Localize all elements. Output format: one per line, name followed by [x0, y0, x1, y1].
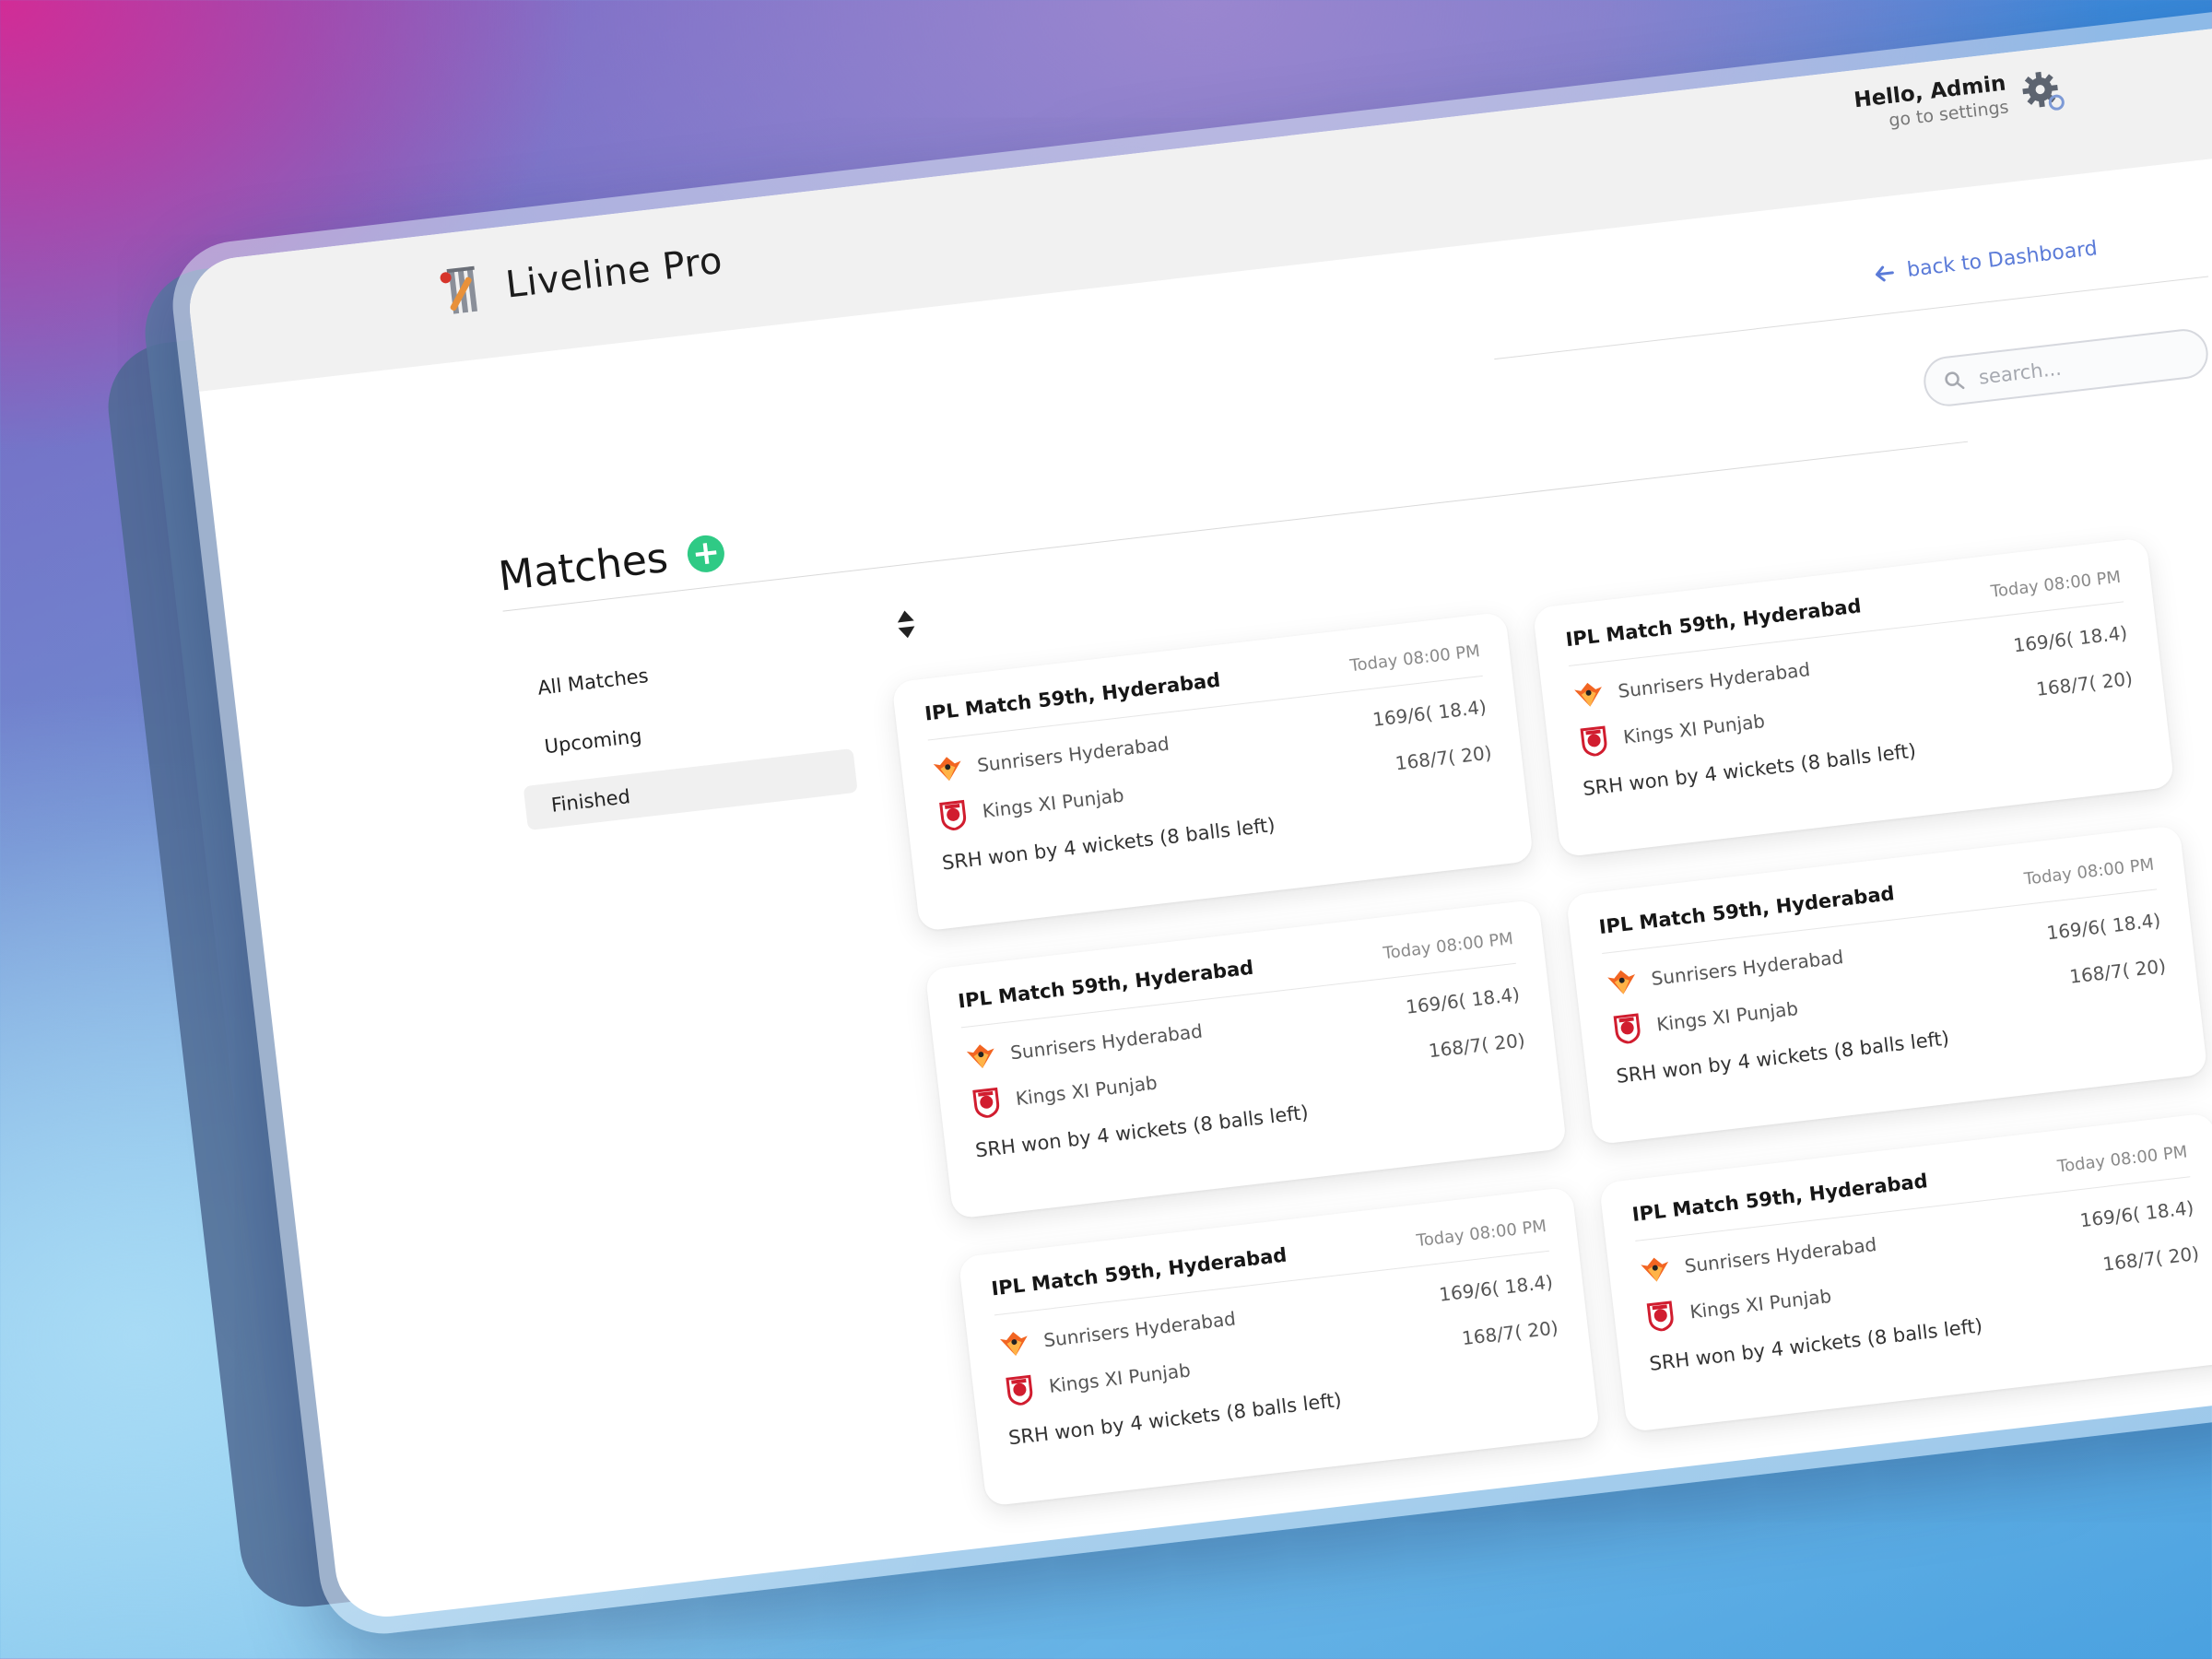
match-card[interactable]: IPL Match 59th, Hyderabad Today 08:00 PM…: [958, 1186, 1601, 1507]
brand[interactable]: Liveline Pro: [435, 235, 724, 319]
match-card[interactable]: IPL Match 59th, Hyderabad Today 08:00 PM…: [924, 899, 1568, 1219]
match-title: IPL Match 59th, Hyderabad: [1630, 1170, 1929, 1227]
match-title: IPL Match 59th, Hyderabad: [924, 668, 1222, 725]
match-title: IPL Match 59th, Hyderabad: [1564, 594, 1863, 652]
kxip-logo-icon: [1006, 1374, 1033, 1406]
app-screen: Liveline Pro Hello, Admin go to settings: [183, 0, 2212, 1622]
kxip-logo-icon: [1613, 1013, 1641, 1044]
page-title-row: Matches +: [496, 528, 727, 601]
srh-logo-icon: [1641, 1257, 1669, 1282]
match-time: Today 08:00 PM: [2056, 1142, 2189, 1177]
sort-icon[interactable]: [894, 607, 918, 641]
match-time: Today 08:00 PM: [1989, 567, 2123, 602]
match-time: Today 08:00 PM: [1348, 641, 1481, 677]
match-title: IPL Match 59th, Hyderabad: [957, 956, 1255, 1013]
match-card[interactable]: IPL Match 59th, Hyderabad Today 08:00 PM…: [1598, 1112, 2212, 1433]
matches-grid: IPL Match 59th, Hyderabad Today 08:00 PM…: [891, 535, 2212, 1507]
srh-logo-icon: [1574, 682, 1602, 707]
srh-logo-icon: [933, 757, 961, 782]
match-filter-sidebar: All Matches Upcoming Finished: [510, 631, 860, 845]
match-title: IPL Match 59th, Hyderabad: [990, 1243, 1288, 1300]
kxip-logo-icon: [972, 1087, 1000, 1119]
kxip-logo-icon: [939, 799, 967, 831]
team-score: 168/7( 20): [1460, 1316, 1559, 1350]
search-box: [1921, 326, 2211, 409]
kxip-logo-icon: [1646, 1300, 1674, 1332]
team-score: 168/7( 20): [1427, 1029, 1526, 1063]
add-match-button[interactable]: +: [685, 532, 727, 574]
match-title: IPL Match 59th, Hyderabad: [1597, 882, 1896, 939]
match-card[interactable]: IPL Match 59th, Hyderabad Today 08:00 PM…: [1565, 825, 2208, 1146]
match-card[interactable]: IPL Match 59th, Hyderabad Today 08:00 PM…: [1532, 537, 2175, 858]
gear-icon[interactable]: [2018, 66, 2068, 117]
app-title: Liveline Pro: [503, 239, 725, 307]
plus-icon: +: [689, 532, 723, 573]
cricket-stumps-icon: [440, 265, 478, 314]
filter-label: Upcoming: [543, 724, 643, 759]
team-score: 168/7( 20): [2068, 954, 2168, 988]
team-score: 168/7( 20): [2034, 666, 2135, 700]
match-time: Today 08:00 PM: [1415, 1216, 1548, 1252]
device-frame: Liveline Pro Hello, Admin go to settings: [166, 0, 2212, 1641]
srh-logo-icon: [1607, 970, 1636, 994]
back-to-dashboard-link[interactable]: back to Dashboard: [1873, 237, 2099, 286]
team-score: 169/6( 18.4): [2045, 909, 2162, 945]
search-input[interactable]: [1975, 342, 2184, 390]
team-score: 169/6( 18.4): [2012, 621, 2129, 657]
match-time: Today 08:00 PM: [1382, 929, 1514, 964]
filter-label: Finished: [549, 785, 632, 817]
srh-logo-icon: [966, 1044, 994, 1069]
top-bar: Liveline Pro Hello, Admin go to settings: [183, 0, 2212, 392]
match-time: Today 08:00 PM: [2023, 854, 2156, 889]
team-score: 168/7( 20): [1394, 741, 1493, 775]
team-score: 168/7( 20): [2101, 1241, 2201, 1276]
team-score: 169/6( 18.4): [1371, 695, 1488, 731]
filter-label: All Matches: [536, 664, 650, 700]
user-menu[interactable]: Hello, Admin go to settings: [1853, 71, 2009, 135]
team-score: 169/6( 18.4): [1438, 1270, 1555, 1306]
back-label: back to Dashboard: [1905, 237, 2100, 282]
page-title: Matches: [496, 534, 671, 601]
arrow-left-icon: [1875, 265, 1894, 281]
search-icon: [1945, 371, 1965, 390]
kxip-logo-icon: [1580, 725, 1607, 757]
match-card[interactable]: IPL Match 59th, Hyderabad Today 08:00 PM…: [891, 611, 1535, 932]
team-score: 169/6( 18.4): [2078, 1196, 2195, 1232]
team-score: 169/6( 18.4): [1404, 982, 1522, 1018]
srh-logo-icon: [999, 1332, 1028, 1356]
